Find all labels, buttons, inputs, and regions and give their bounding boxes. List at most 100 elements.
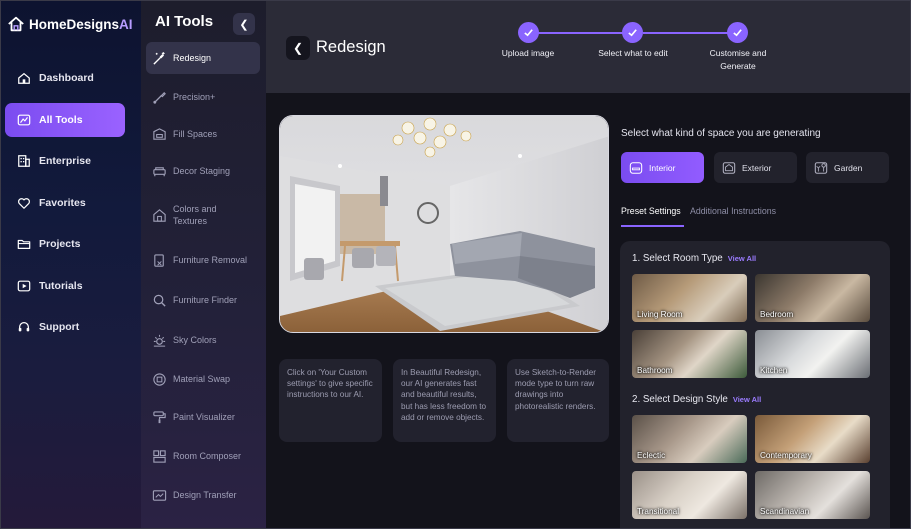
room-photo-illustration xyxy=(280,116,608,332)
nav-item-tutorials[interactable]: Tutorials xyxy=(5,269,125,303)
card-label: Transitional xyxy=(637,507,680,516)
folder-icon xyxy=(17,239,31,249)
design-style-card-scandinavian[interactable]: Scandinavian xyxy=(755,471,870,519)
tool-decor-staging[interactable]: Decor Staging xyxy=(146,162,260,180)
play-icon xyxy=(17,280,31,291)
space-option-garden[interactable]: Garden xyxy=(806,152,889,183)
tools-panel: AI Tools ❮ Redesign Precision+ Fill Spac… xyxy=(141,1,266,528)
sofa-staging-icon xyxy=(153,166,166,176)
space-option-label: Interior xyxy=(649,162,676,173)
tool-label: Furniture Finder xyxy=(173,295,238,305)
step-1-label: Upload image xyxy=(501,48,555,58)
tool-label: Material Swap xyxy=(173,374,231,384)
nav-item-enterprise[interactable]: Enterprise xyxy=(5,144,125,178)
swap-icon xyxy=(153,372,166,386)
tool-material-swap[interactable]: Material Swap xyxy=(146,370,260,388)
room-type-view-all-link[interactable]: View All xyxy=(728,254,756,263)
step-2-indicator xyxy=(622,22,643,43)
tab-preset-settings[interactable]: Preset Settings xyxy=(621,206,681,216)
magic-wand-icon xyxy=(153,51,165,65)
tool-furniture-removal[interactable]: Furniture Removal xyxy=(146,251,260,269)
tool-design-transfer[interactable]: Design Transfer xyxy=(146,486,260,504)
palette-icon xyxy=(153,208,166,222)
tool-label: Furniture Removal xyxy=(173,255,248,265)
tool-label: Colors and Textures xyxy=(173,204,217,226)
tools-icon xyxy=(17,114,31,125)
tool-precision[interactable]: Precision+ xyxy=(146,88,260,106)
tool-sky-colors[interactable]: Sky Colors xyxy=(146,331,260,349)
tool-redesign[interactable]: Redesign xyxy=(146,42,260,74)
tool-fill-spaces[interactable]: Fill Spaces xyxy=(146,125,260,143)
design-style-heading: 2. Select Design Style View All xyxy=(632,394,762,405)
space-option-interior[interactable]: Interior xyxy=(621,152,704,183)
room-type-card-kitchen[interactable]: Kitchen xyxy=(755,330,870,378)
main-sidebar: HomeDesignsAI Dashboard All Tools Enterp… xyxy=(1,1,141,528)
tools-title: AI Tools xyxy=(155,13,214,30)
enterprise-icon xyxy=(18,155,30,167)
transfer-icon xyxy=(152,489,167,501)
main-nav: Dashboard All Tools Enterprise Favorites… xyxy=(5,61,125,352)
nav-item-projects[interactable]: Projects xyxy=(5,227,125,261)
headset-icon xyxy=(18,322,30,332)
design-style-card-transitional[interactable]: Transitional xyxy=(632,471,747,519)
paint-roller-icon xyxy=(153,410,166,423)
garden-icon xyxy=(814,161,828,174)
design-style-card-eclectic[interactable]: Eclectic xyxy=(632,415,747,463)
tool-label: Decor Staging xyxy=(173,166,231,176)
tool-label: Fill Spaces xyxy=(173,129,218,139)
nav-item-all-tools[interactable]: All Tools xyxy=(5,102,125,137)
room-type-heading: 1. Select Room Type View All xyxy=(632,253,757,264)
brand-logo[interactable]: HomeDesignsAI xyxy=(7,15,133,33)
check-icon xyxy=(524,29,533,37)
card-label: Scandinavian xyxy=(760,507,810,516)
chevron-left-icon: ❮ xyxy=(292,41,304,55)
tool-furniture-finder[interactable]: Furniture Finder xyxy=(146,291,260,309)
step-connector xyxy=(538,32,633,34)
design-style-card-contemporary[interactable]: Contemporary xyxy=(755,415,870,463)
nav-item-support[interactable]: Support xyxy=(5,310,125,344)
main-content: Click on 'Your Custom settings' to give … xyxy=(266,93,910,528)
nav-label: Support xyxy=(39,321,80,333)
step-2-label: Select what to edit xyxy=(598,48,668,58)
nav-label: Enterprise xyxy=(39,155,91,167)
uploaded-room-image[interactable] xyxy=(279,115,609,333)
step-1-indicator xyxy=(518,22,539,43)
space-option-label: Garden xyxy=(834,162,863,173)
page-title: Redesign xyxy=(316,38,386,56)
heart-icon xyxy=(18,197,30,209)
tool-label: Redesign xyxy=(173,53,212,63)
tool-label: Precision+ xyxy=(173,92,216,102)
tool-room-composer[interactable]: Room Composer xyxy=(146,447,260,465)
design-style-view-all-link[interactable]: View All xyxy=(733,395,761,404)
sun-icon xyxy=(153,334,166,347)
nav-label: Favorites xyxy=(39,196,86,209)
brand-name: HomeDesignsAI xyxy=(29,16,133,32)
tool-label: Paint Visualizer xyxy=(173,412,235,422)
dashboard-icon xyxy=(18,72,30,84)
info-card: In Beautiful Redesign, our AI generates … xyxy=(393,359,496,442)
interior-icon xyxy=(629,161,643,174)
tool-colors-textures[interactable]: Colors and Textures xyxy=(146,201,260,229)
space-option-exterior[interactable]: Exterior xyxy=(714,152,797,183)
tool-paint-visualizer[interactable]: Paint Visualizer xyxy=(146,408,260,426)
info-card: Click on 'Your Custom settings' to give … xyxy=(279,359,382,442)
space-question: Select what kind of space you are genera… xyxy=(621,128,821,139)
nav-item-dashboard[interactable]: Dashboard xyxy=(5,61,125,95)
nav-item-favorites[interactable]: Favorites xyxy=(5,186,125,220)
brush-icon xyxy=(153,91,166,104)
room-type-card-bathroom[interactable]: Bathroom xyxy=(632,330,747,378)
check-icon xyxy=(628,29,637,37)
room-type-card-living-room[interactable]: Living Room xyxy=(632,274,747,322)
collapse-button[interactable]: ❮ xyxy=(233,13,255,35)
tool-label: Room Composer xyxy=(173,451,242,461)
chevron-left-icon: ❮ xyxy=(239,18,249,31)
top-header: ❮ Redesign Upload image Select what to e… xyxy=(266,1,910,93)
house-logo-icon xyxy=(8,16,24,32)
card-label: Eclectic xyxy=(637,451,666,460)
room-type-card-bedroom[interactable]: Bedroom xyxy=(755,274,870,322)
search-icon xyxy=(153,294,166,307)
card-label: Living Room xyxy=(637,310,683,319)
back-button[interactable]: ❮ xyxy=(286,36,310,60)
card-label: Kitchen xyxy=(760,366,788,375)
tab-additional-instructions[interactable]: Additional Instructions xyxy=(690,206,776,216)
